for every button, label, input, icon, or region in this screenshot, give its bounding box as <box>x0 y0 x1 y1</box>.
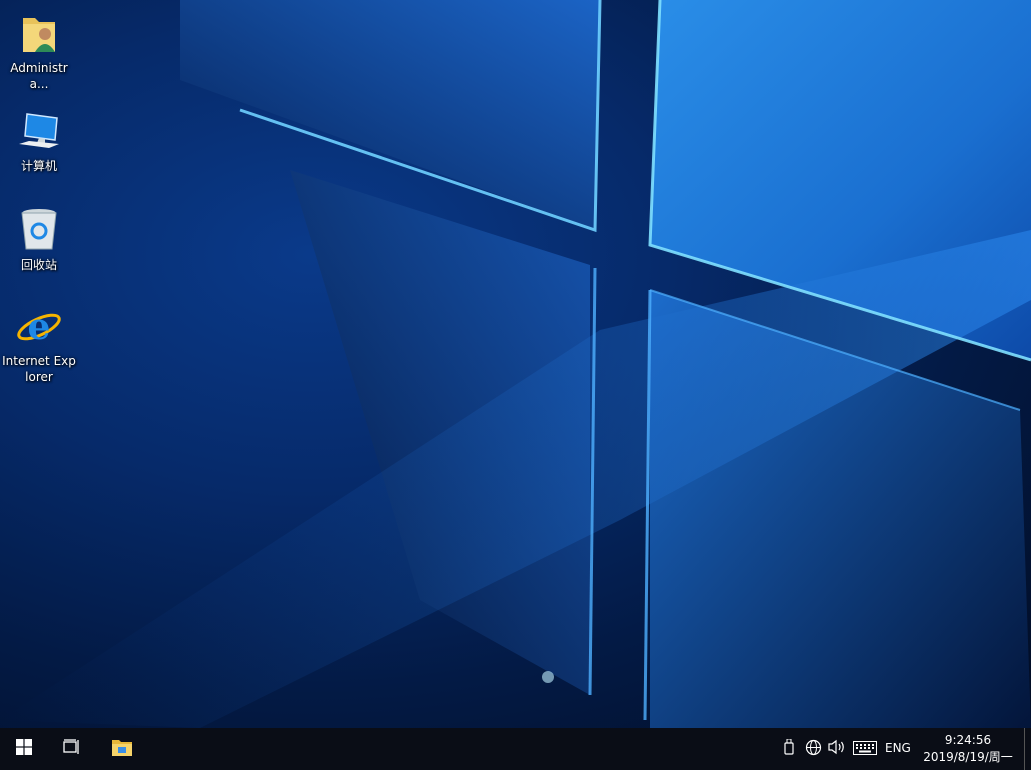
file-explorer-icon <box>111 737 133 761</box>
computer-icon <box>15 108 63 156</box>
show-desktop-button[interactable] <box>1024 728 1025 770</box>
clock-time: 9:24:56 <box>944 733 992 747</box>
clock-date: 2019/8/19/周一 <box>923 750 1013 764</box>
usb-drive-icon <box>784 738 794 759</box>
desktop-wallpaper <box>0 0 1031 728</box>
windows-logo-icon <box>16 739 32 759</box>
volume-tray-button[interactable] <box>827 739 847 759</box>
network-globe-icon <box>805 739 822 760</box>
desktop-icon-administrator[interactable]: Administra... <box>1 10 77 92</box>
task-view-button[interactable] <box>48 728 96 770</box>
desktop-icon-label: 计算机 <box>20 159 57 173</box>
touch-keyboard-tray-button[interactable] <box>852 740 878 758</box>
desktop-icon-label: Administra... <box>10 61 68 91</box>
network-tray-button[interactable] <box>803 739 823 760</box>
desktop-icon-label: 回收站 <box>20 258 57 272</box>
usb-drive-tray-button[interactable] <box>782 738 796 759</box>
clock[interactable]: 9:24:56 2019/8/19/周一 <box>918 732 1018 766</box>
user-folder-icon <box>15 10 63 58</box>
recycle-bin-icon <box>15 207 63 255</box>
volume-icon <box>828 739 846 759</box>
keyboard-icon <box>853 740 877 759</box>
file-explorer-taskbar-button[interactable] <box>98 728 146 770</box>
desktop-icon-recycle-bin[interactable]: 回收站 <box>1 207 77 273</box>
svg-text:e: e <box>28 306 51 348</box>
taskbar: ENG 9:24:56 2019/8/19/周一 <box>0 728 1031 770</box>
desktop-icon-internet-explorer[interactable]: e Internet Explorer <box>1 303 77 385</box>
task-view-icon <box>63 739 81 759</box>
desktop-icon-computer[interactable]: 计算机 <box>1 108 77 174</box>
internet-explorer-icon: e <box>15 303 63 351</box>
desktop-icon-label: Internet Explorer <box>2 354 76 384</box>
start-button[interactable] <box>0 728 48 770</box>
input-language-indicator[interactable]: ENG <box>885 741 911 755</box>
